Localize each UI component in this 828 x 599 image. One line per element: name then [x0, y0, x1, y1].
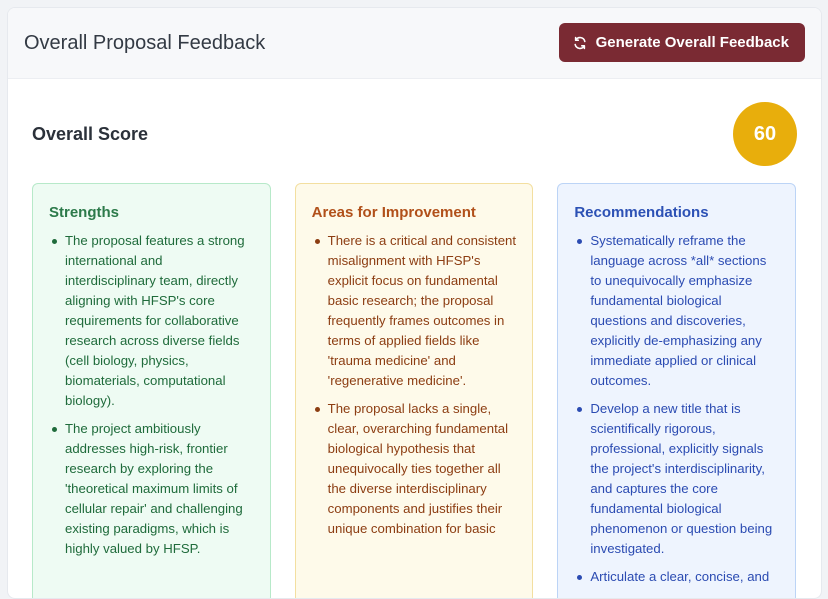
recommendations-card: Recommendations Systematically reframe t…	[557, 183, 797, 598]
improvement-heading: Areas for Improvement	[311, 204, 476, 221]
panel-header: Overall Proposal Feedback Generate Overa…	[8, 8, 821, 79]
improvement-list: There is a critical and consistent misal…	[312, 231, 517, 539]
generate-button-label: Generate Overall Feedback	[595, 34, 789, 51]
strengths-list: The proposal features a strong internati…	[49, 231, 254, 559]
strengths-heading: Strengths	[49, 204, 120, 221]
list-item: Systematically reframe the language acro…	[577, 231, 779, 391]
list-item: The project ambitiously addresses high-r…	[52, 419, 254, 559]
strengths-card: Strengths The proposal features a strong…	[32, 183, 271, 598]
list-item: There is a critical and consistent misal…	[314, 231, 517, 391]
refresh-icon	[573, 36, 587, 50]
recommendations-list: Systematically reframe the language acro…	[574, 231, 779, 587]
areas-for-improvement-card: Areas for Improvement There is a critica…	[294, 183, 534, 598]
list-item: The proposal features a strong internati…	[52, 231, 254, 411]
overall-score-badge: 60	[733, 102, 797, 166]
list-item: Develop a new title that is scientifical…	[577, 399, 779, 559]
recommendations-heading: Recommendations	[574, 204, 709, 221]
overall-feedback-panel: Overall Proposal Feedback Generate Overa…	[7, 7, 822, 599]
overall-score-row: Overall Score 60	[32, 102, 797, 168]
list-item: Articulate a clear, concise, and	[577, 567, 779, 587]
list-item: The proposal lacks a single, clear, over…	[314, 399, 517, 539]
overall-score-label: Overall Score	[32, 124, 149, 144]
feedback-cards: Strengths The proposal features a strong…	[32, 183, 797, 598]
generate-overall-feedback-button[interactable]: Generate Overall Feedback	[558, 23, 805, 62]
page-title: Overall Proposal Feedback	[24, 32, 266, 54]
